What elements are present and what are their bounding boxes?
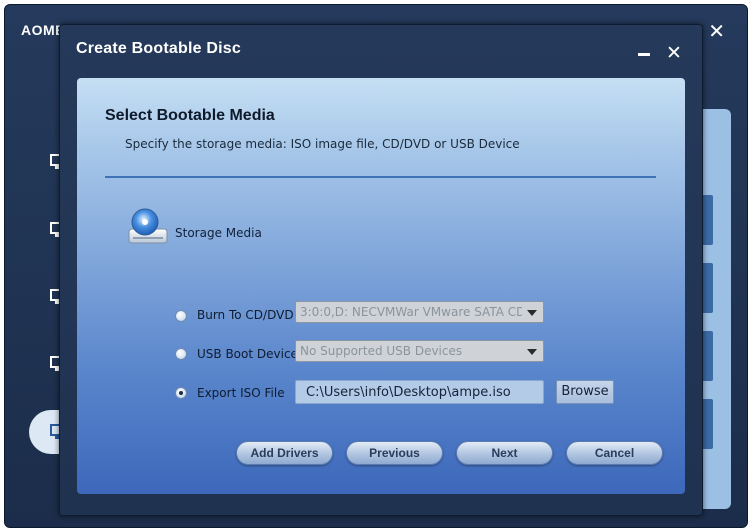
dialog-close-button[interactable]: ✕ bbox=[666, 43, 682, 63]
storage-media-label: Storage Media bbox=[175, 226, 262, 240]
app-close-button[interactable]: ✕ bbox=[708, 21, 725, 41]
cd-drive-select-value: 3:0:0,D: NECVMWar VMware SATA CD01 bbox=[300, 305, 522, 319]
iso-path-input[interactable]: C:\Users\info\Desktop\ampe.iso bbox=[295, 380, 544, 404]
dialog-title: Create Bootable Disc bbox=[76, 40, 241, 57]
usb-radio[interactable] bbox=[175, 348, 187, 360]
chevron-down-icon bbox=[527, 349, 537, 355]
minimize-icon[interactable] bbox=[638, 53, 650, 56]
cancel-button[interactable]: Cancel bbox=[566, 441, 663, 465]
export-iso-label[interactable]: Export ISO File bbox=[197, 386, 285, 400]
create-bootable-disc-dialog: Create Bootable Disc ✕ Select Bootable M… bbox=[59, 24, 703, 516]
chevron-down-icon bbox=[527, 310, 537, 316]
burn-cd-label[interactable]: Burn To CD/DVD bbox=[197, 308, 294, 322]
browse-button[interactable]: Browse bbox=[556, 380, 614, 404]
export-iso-radio[interactable] bbox=[175, 387, 187, 399]
previous-button[interactable]: Previous bbox=[346, 441, 443, 465]
cd-drive-select: 3:0:0,D: NECVMWar VMware SATA CD01 bbox=[295, 301, 544, 323]
wizard-panel: Select Bootable Media Specify the storag… bbox=[77, 78, 685, 494]
page-heading: Select Bootable Media bbox=[105, 107, 275, 124]
next-button[interactable]: Next bbox=[456, 441, 553, 465]
usb-device-select: No Supported USB Devices bbox=[295, 340, 544, 362]
usb-label[interactable]: USB Boot Device bbox=[197, 347, 298, 361]
divider bbox=[105, 176, 656, 178]
page-description: Specify the storage media: ISO image fil… bbox=[125, 137, 520, 151]
usb-device-select-value: No Supported USB Devices bbox=[300, 344, 463, 358]
add-drivers-button[interactable]: Add Drivers bbox=[236, 441, 333, 465]
burn-cd-radio[interactable] bbox=[175, 310, 187, 322]
disc-drive-icon bbox=[127, 207, 169, 247]
